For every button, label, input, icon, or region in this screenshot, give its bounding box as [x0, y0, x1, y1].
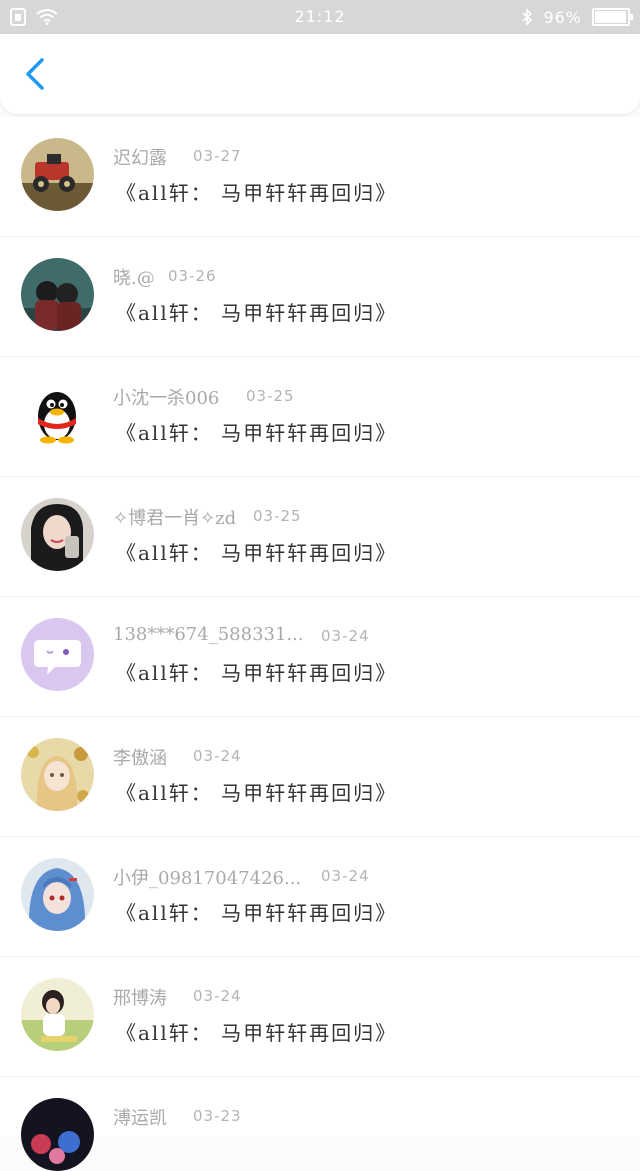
avatar[interactable] [21, 978, 94, 1051]
sender-name: 迟幻露 [113, 148, 167, 169]
qq-penguin-icon [21, 378, 94, 451]
list-item[interactable]: ✧博君一肖✧zd 03-25 《all轩： 马甲轩轩再回归》 [0, 477, 640, 597]
list-item[interactable]: 小伊_09817047426... 03-24 《all轩： 马甲轩轩再回归》 [0, 837, 640, 957]
message-date: 03-24 [321, 867, 370, 885]
chat-bubble-icon [21, 618, 94, 691]
chevron-left-icon [26, 58, 44, 90]
battery-percent: 96% [543, 7, 582, 27]
sender-name: 邢博涛 [113, 988, 167, 1009]
message-text: 《all轩： 马甲轩轩再回归》 [116, 421, 398, 445]
sender-name: ✧博君一肖✧zd [113, 508, 237, 529]
list-item[interactable]: 小沈一杀006 03-25 《all轩： 马甲轩轩再回归》 [0, 357, 640, 477]
message-text: 《all轩： 马甲轩轩再回归》 [116, 781, 398, 805]
sender-name: 李傲涵 [113, 748, 167, 769]
message-date: 03-24 [321, 627, 370, 645]
list-item[interactable]: 138***674_588331... 03-24 《all轩： 马甲轩轩再回归… [0, 597, 640, 717]
avatar[interactable] [21, 618, 94, 691]
avatar[interactable] [21, 738, 94, 811]
sender-name: 138***674_588331... [113, 624, 304, 645]
list-item[interactable]: 迟幻露 03-27 《all轩： 马甲轩轩再回归》 [0, 117, 640, 237]
avatar[interactable] [21, 498, 94, 571]
message-date: 03-25 [246, 387, 295, 405]
message-text: 《all轩： 马甲轩轩再回归》 [116, 901, 398, 925]
bluetooth-icon [522, 8, 533, 26]
sender-name: 溥运凯 [113, 1108, 167, 1129]
message-text: 《all轩： 马甲轩轩再回归》 [116, 1021, 398, 1045]
message-text: 《all轩： 马甲轩轩再回归》 [116, 181, 398, 205]
list-item[interactable]: 李傲涵 03-24 《all轩： 马甲轩轩再回归》 [0, 717, 640, 837]
battery-icon [592, 8, 633, 26]
sim-icon [10, 8, 26, 26]
avatar[interactable] [21, 138, 94, 211]
avatar[interactable] [21, 378, 94, 451]
avatar[interactable] [21, 258, 94, 331]
message-text: 《all轩： 马甲轩轩再回归》 [116, 301, 398, 325]
message-date: 03-27 [193, 147, 242, 165]
message-date: 03-23 [193, 1107, 242, 1125]
message-date: 03-25 [253, 507, 302, 525]
wifi-icon [36, 9, 58, 25]
status-bar: 21:12 96% [0, 0, 640, 34]
avatar[interactable] [21, 1098, 94, 1171]
back-button[interactable] [18, 54, 54, 94]
sender-name: 小伊_09817047426... [113, 868, 302, 889]
sender-name: 晓.@ [113, 268, 155, 289]
sender-name: 小沈一杀006 [113, 388, 220, 409]
message-date: 03-24 [193, 987, 242, 1005]
message-text: 《all轩： 马甲轩轩再回归》 [116, 661, 398, 685]
list-item[interactable]: 晓.@ 03-26 《all轩： 马甲轩轩再回归》 [0, 237, 640, 357]
avatar[interactable] [21, 858, 94, 931]
status-time: 21:12 [294, 7, 346, 26]
header-bar [0, 34, 640, 114]
list-item[interactable]: 邢博涛 03-24 《all轩： 马甲轩轩再回归》 [0, 957, 640, 1077]
list-item[interactable]: 溥运凯 03-23 [0, 1077, 640, 1171]
message-text: 《all轩： 马甲轩轩再回归》 [116, 541, 398, 565]
message-date: 03-26 [168, 267, 217, 285]
message-list: 迟幻露 03-27 《all轩： 马甲轩轩再回归》 晓.@ 03-26 《all… [0, 117, 640, 1171]
message-date: 03-24 [193, 747, 242, 765]
